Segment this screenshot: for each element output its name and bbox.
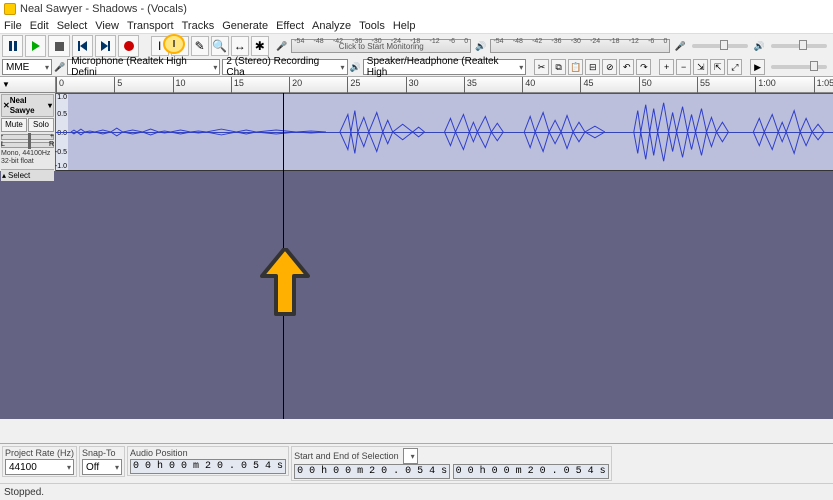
track-menu-button[interactable]: ▾ xyxy=(48,101,52,111)
play-at-speed-button[interactable]: ▶ xyxy=(750,59,765,75)
zoom-toggle-button[interactable]: ⤢ xyxy=(727,59,742,75)
status-text: Stopped. xyxy=(4,487,44,498)
menu-file[interactable]: File xyxy=(4,20,22,32)
recording-channels-select[interactable]: 2 (Stereo) Recording Cha xyxy=(222,59,347,75)
menu-bar: File Edit Select View Transport Tracks G… xyxy=(0,18,833,34)
menu-edit[interactable]: Edit xyxy=(30,20,49,32)
menu-tools[interactable]: Tools xyxy=(359,20,385,32)
recording-device-select[interactable]: Microphone (Realtek High Defini xyxy=(67,59,220,75)
track-name-row[interactable]: ✕ Neal Sawye ▾ xyxy=(1,94,54,117)
record-button[interactable] xyxy=(118,35,139,57)
tracks-area: ✕ Neal Sawye ▾ Mute Solo - + L R Mono, 4… xyxy=(0,93,833,419)
selection-toolbar: Project Rate (Hz) 44100 Snap-To Off Audi… xyxy=(0,444,833,484)
selection-start-field[interactable]: 0 0 h 0 0 m 2 0 . 0 5 4 s xyxy=(294,464,450,479)
silence-button[interactable]: ⊘ xyxy=(602,59,617,75)
timeshift-tool-button[interactable]: ↔ xyxy=(231,36,249,56)
menu-help[interactable]: Help xyxy=(393,20,416,32)
waveform-svg xyxy=(56,94,833,170)
trim-button[interactable]: ⊟ xyxy=(585,59,600,75)
track-control-panel: ✕ Neal Sawye ▾ Mute Solo - + L R Mono, 4… xyxy=(0,93,56,171)
annotation-arrow-icon xyxy=(260,248,310,321)
play-device-icon: 🔊 xyxy=(350,62,361,73)
device-edit-toolbar: MME 🎤 Microphone (Realtek High Defini 2 … xyxy=(0,58,833,76)
collapse-icon[interactable]: ▴ xyxy=(2,171,6,181)
status-bar: Stopped. xyxy=(0,484,833,500)
selection-group: Start and End of Selection 0 0 h 0 0 m 2… xyxy=(291,446,612,481)
stop-button[interactable] xyxy=(48,35,69,57)
menu-analyze[interactable]: Analyze xyxy=(312,20,351,32)
menu-effect[interactable]: Effect xyxy=(276,20,304,32)
copy-button[interactable]: ⧉ xyxy=(551,59,566,75)
window-titlebar: Neal Sawyer - Shadows - (Vocals) xyxy=(0,0,833,18)
play-speed-slider[interactable] xyxy=(771,65,827,69)
project-rate-select[interactable]: 44100 xyxy=(5,459,74,475)
play-button[interactable] xyxy=(25,35,46,57)
waveform-view[interactable]: 1.0 0.5 0.0 -0.5 -1.0 xyxy=(56,93,833,171)
snap-to-select[interactable]: Off xyxy=(82,459,122,475)
fit-project-button[interactable]: ⇱ xyxy=(710,59,725,75)
playback-gain-icon: 🔊 xyxy=(754,41,765,52)
timeline-ruler[interactable]: ▼ 0 5 10 15 20 25 30 35 40 45 50 55 1:00… xyxy=(0,77,833,93)
audio-track: ✕ Neal Sawye ▾ Mute Solo - + L R Mono, 4… xyxy=(0,93,833,171)
window-title: Neal Sawyer - Shadows - (Vocals) xyxy=(20,3,187,15)
audio-host-select[interactable]: MME xyxy=(2,59,52,75)
speaker-icon: 🔊 xyxy=(475,41,486,52)
track-format-info: Mono, 44100Hz 32-bit float xyxy=(1,150,54,167)
menu-view[interactable]: View xyxy=(95,20,119,32)
track-name: Neal Sawye xyxy=(10,96,48,115)
recording-meter[interactable]: -54-48-42-36-30-24-18-12-60 Click to Sta… xyxy=(291,39,471,53)
recording-volume-slider[interactable] xyxy=(692,44,748,48)
selection-end-field[interactable]: 0 0 h 0 0 m 2 0 . 0 5 4 s xyxy=(453,464,609,479)
ruler-ticks: 0 5 10 15 20 25 30 35 40 45 50 55 1:00 1… xyxy=(56,77,833,92)
rec-device-icon: 🎤 xyxy=(54,62,65,73)
multi-tool-button[interactable]: ✱ xyxy=(251,36,269,56)
project-rate-group: Project Rate (Hz) 44100 xyxy=(2,446,77,477)
toolbar-area: I I ≋ ✎ 🔍 ↔ ✱ 🎤 -54-48-42-36-30-24-18-12… xyxy=(0,34,833,77)
zoom-out-button[interactable]: − xyxy=(676,59,691,75)
track-select-row[interactable]: ▴ Select xyxy=(1,169,54,182)
fit-selection-button[interactable]: ⇲ xyxy=(693,59,708,75)
app-logo-icon xyxy=(4,3,16,15)
playback-volume-slider[interactable] xyxy=(771,44,827,48)
undo-button[interactable]: ↶ xyxy=(619,59,634,75)
paste-button[interactable]: 📋 xyxy=(568,59,583,75)
playback-device-select[interactable]: Speaker/Headphone (Realtek High xyxy=(363,59,527,75)
skip-start-button[interactable] xyxy=(72,35,93,57)
gain-slider[interactable]: - + xyxy=(1,134,54,140)
cut-button[interactable]: ✂ xyxy=(534,59,549,75)
pan-slider[interactable]: L R xyxy=(1,142,54,148)
solo-button[interactable]: Solo xyxy=(28,118,54,132)
selection-tool-highlight: I xyxy=(163,34,185,54)
selection-mode-select[interactable] xyxy=(403,448,418,464)
mute-button[interactable]: Mute xyxy=(1,118,27,132)
audio-position-field[interactable]: 0 0 h 0 0 m 2 0 . 0 5 4 s xyxy=(130,459,286,474)
skip-end-button[interactable] xyxy=(95,35,116,57)
menu-transport[interactable]: Transport xyxy=(127,20,174,32)
pause-button[interactable] xyxy=(2,35,23,57)
transport-toolbar: I I ≋ ✎ 🔍 ↔ ✱ 🎤 -54-48-42-36-30-24-18-12… xyxy=(0,34,833,58)
menu-generate[interactable]: Generate xyxy=(222,20,268,32)
zoom-in-button[interactable]: + xyxy=(659,59,674,75)
menu-select[interactable]: Select xyxy=(57,20,88,32)
snap-group: Snap-To Off xyxy=(79,446,125,477)
ruler-corner[interactable]: ▼ xyxy=(0,77,56,92)
mic-gain-icon: 🎤 xyxy=(674,41,685,52)
playback-meter[interactable]: -54-48-42-36-30-24-18-12-60 xyxy=(490,39,670,53)
status-area: Project Rate (Hz) 44100 Snap-To Off Audi… xyxy=(0,443,833,500)
menu-tracks[interactable]: Tracks xyxy=(182,20,215,32)
redo-button[interactable]: ↷ xyxy=(636,59,651,75)
audio-position-group: Audio Position 0 0 h 0 0 m 2 0 . 0 5 4 s xyxy=(127,446,289,476)
draw-tool-button[interactable]: ✎ xyxy=(191,36,209,56)
zoom-tool-button[interactable]: 🔍 xyxy=(211,36,229,56)
mic-icon: 🎤 xyxy=(276,41,287,52)
track-close-button[interactable]: ✕ xyxy=(3,101,10,111)
